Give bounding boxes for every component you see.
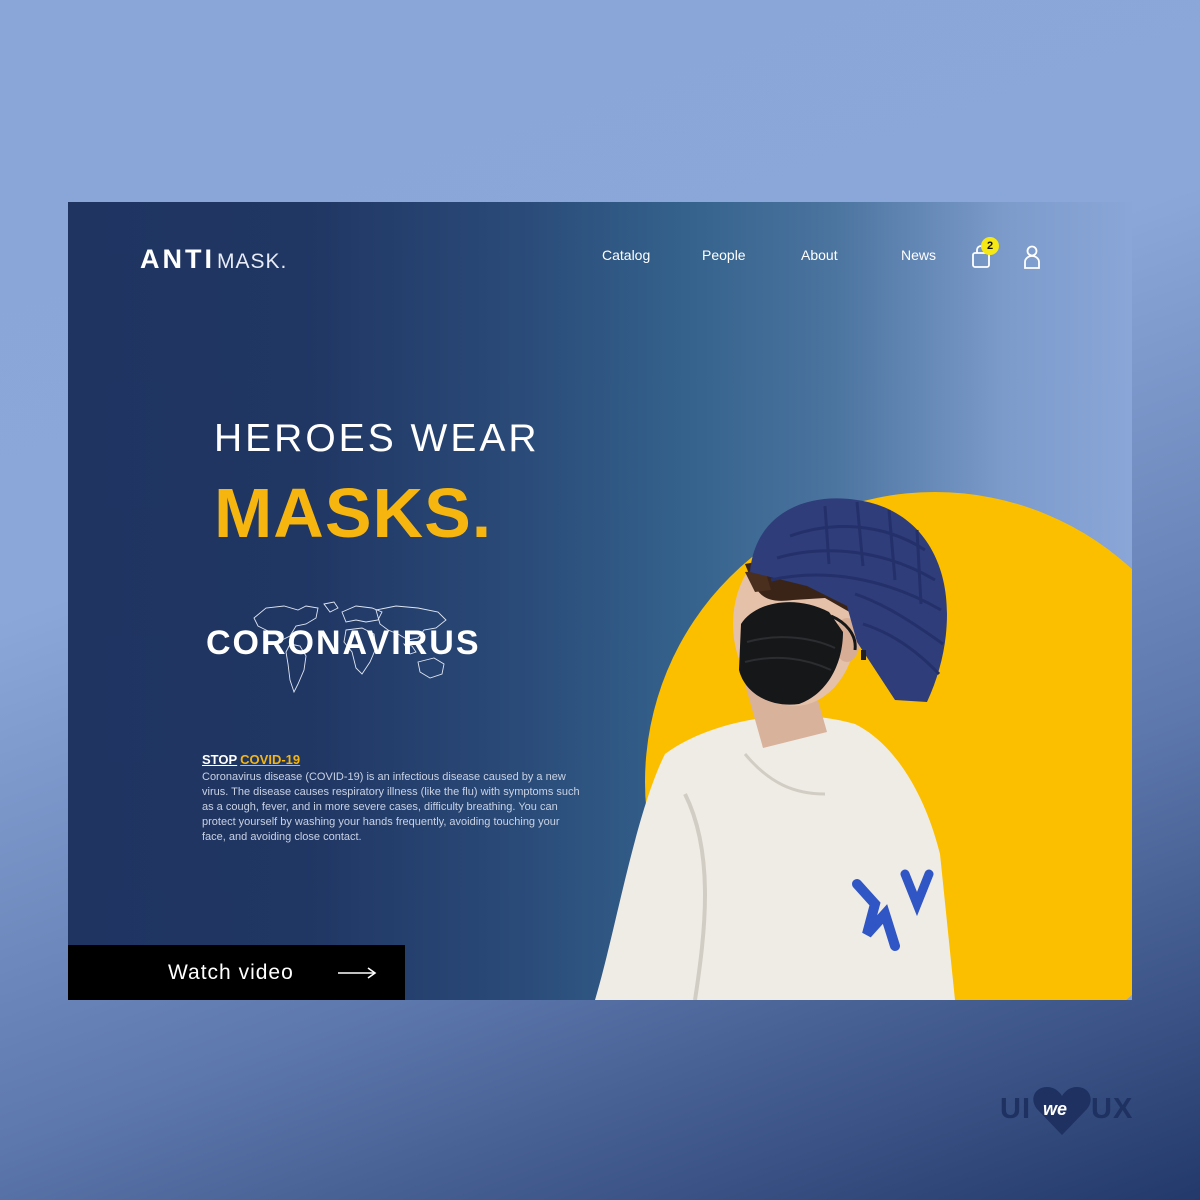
nav-news[interactable]: News: [901, 247, 936, 263]
watermark-left-text: UI: [1000, 1093, 1031, 1125]
watch-video-button[interactable]: Watch video: [68, 945, 405, 1000]
watermark-heart-text: we: [1043, 1099, 1068, 1119]
hero-subtitle: HEROES WEAR: [214, 417, 540, 460]
nav-about[interactable]: About: [801, 247, 838, 263]
covid-description: Coronavirus disease (COVID-19) is an inf…: [202, 771, 580, 843]
watermark-right-text: UX: [1091, 1093, 1134, 1125]
hero-person-image: [595, 498, 955, 1000]
brand-name-bold: ANTI: [140, 244, 215, 274]
watch-video-label: Watch video: [168, 961, 294, 984]
coronavirus-title: CORONAVIRUS: [206, 624, 481, 662]
brand-name-light: MASK.: [217, 250, 288, 273]
stop-covid-heading: STOP COVID-19: [202, 752, 300, 767]
arrow-right-icon: [338, 967, 377, 979]
nav-people[interactable]: People: [702, 247, 746, 263]
stop-label: STOP: [202, 752, 238, 767]
covid-link[interactable]: COVID-19: [240, 752, 300, 767]
user-icon[interactable]: [1023, 244, 1041, 270]
brand-logo[interactable]: ANTIMASK.: [140, 244, 287, 275]
nav-catalog[interactable]: Catalog: [602, 247, 650, 263]
landing-card: ANTIMASK. Catalog People About News 2 HE…: [68, 202, 1132, 1000]
hero-title: MASKS.: [214, 474, 493, 552]
cart-count-badge: 2: [981, 237, 999, 255]
uiux-watermark: UI we UX: [997, 1085, 1133, 1137]
